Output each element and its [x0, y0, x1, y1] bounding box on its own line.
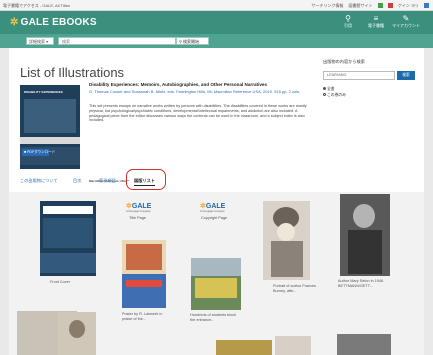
radio-unchecked-icon	[323, 93, 326, 96]
pdf-download-button[interactable]: ■ PDFダウンロード	[22, 149, 55, 156]
man-head	[69, 320, 85, 338]
students-sky	[191, 258, 241, 276]
caption-poster[interactable]: Poster by R. Lakewrh in praise of the...	[122, 312, 170, 321]
search-scope-select[interactable]: 詳細検索 ▾	[26, 37, 54, 45]
caption-copyright-page[interactable]: Copyright Page	[201, 216, 227, 221]
search-bar: 詳細検索 ▾ 検索 ⚲ 検索開始	[0, 34, 433, 48]
portrait-face	[277, 223, 295, 241]
caption-seton[interactable]: Author Mary Seton in 1946. BETTMANN/GETT…	[338, 279, 392, 288]
tab-index[interactable]: 索引項目	[99, 178, 116, 184]
sidebar-search-input[interactable]: LEARNING	[323, 71, 395, 80]
scope-option-volume-label: この巻のみ	[327, 93, 346, 97]
front-cover-photo	[43, 218, 93, 248]
header-bar: ✲ GALE EBOOKS ⚲ 引用 ≡ 電子書籍 ✎ マイアカウント	[0, 11, 433, 34]
tab-about[interactable]: この出版物について	[20, 178, 58, 184]
seton-body	[348, 230, 382, 274]
ext-green-icon[interactable]	[377, 3, 383, 8]
sidebar-search-button[interactable]: 検索	[397, 71, 415, 80]
title-page-logo-text: GALE	[131, 203, 152, 210]
page-title: List of Illustrations	[20, 65, 125, 80]
illustration-mosaic[interactable]	[216, 340, 272, 355]
ext-blue-icon[interactable]	[424, 3, 429, 8]
ebooks-label: 電子書籍	[368, 23, 384, 28]
book-meta: G. Thomas Couser and Susannah B. Mintz, …	[89, 89, 301, 94]
search-input[interactable]: 検索	[58, 37, 176, 45]
highlight-circle	[126, 169, 166, 190]
bookmark-2[interactable]: 図書館サイト	[348, 3, 372, 8]
students-bus	[195, 278, 237, 298]
caption-front-cover[interactable]: Front Cover	[50, 280, 70, 285]
citation-button[interactable]: ⚲ 引用	[334, 15, 362, 29]
brand-name: GALE EBOOKS	[20, 17, 97, 28]
browser-title: 電子書籍でアクセス - GALE, All Titles	[3, 3, 70, 8]
bookmark-3[interactable]: ゲイン ヨリ	[398, 3, 419, 8]
seton-face	[353, 204, 375, 228]
book-cover[interactable]: DISABILITY EXPERIENCES	[20, 85, 80, 169]
portrait-dress	[271, 241, 303, 277]
caption-title-page[interactable]: Title Page	[129, 216, 146, 221]
citation-label: 引用	[344, 23, 352, 28]
cover-band	[20, 137, 80, 144]
title-page-logo[interactable]: ✲GALE A Cengage Company	[126, 202, 151, 213]
illustration-man-portrait[interactable]	[58, 312, 96, 355]
tab-contents[interactable]: 目次	[73, 178, 81, 184]
scope-option-all[interactable]: 全書	[323, 87, 335, 92]
title-page-logo-sub: A Cengage Company	[126, 210, 151, 213]
scope-option-all-label: 全書	[327, 87, 335, 91]
gale-star-icon: ✲	[10, 17, 19, 28]
front-cover-footer	[40, 253, 96, 273]
copyright-page-logo-text: GALE	[205, 203, 226, 210]
illustration-poster[interactable]	[122, 240, 166, 308]
ext-red-icon[interactable]	[387, 3, 393, 8]
scope-option-volume[interactable]: この巻のみ	[323, 93, 346, 98]
poster-figure	[126, 244, 162, 270]
radio-checked-icon	[323, 87, 326, 90]
settings-icon: ✎	[402, 14, 410, 23]
illustration-burney-portrait[interactable]	[263, 201, 310, 280]
bookmark-icon: ⚲	[345, 14, 351, 23]
sidebar-heading: 出版物の内容から検索	[323, 59, 365, 64]
account-label: マイアカウント	[392, 23, 420, 28]
copyright-page-logo[interactable]: ✲GALE A Cengage Company	[200, 202, 225, 213]
book-description: This set presents essays on narrative wo…	[89, 104, 307, 123]
cover-image	[24, 99, 76, 133]
caption-students[interactable]: Hundreds of students block the entrance.…	[190, 313, 242, 322]
account-button[interactable]: ✎ マイアカウント	[392, 15, 420, 29]
main-content: List of Illustrations DISABILITY EXPERIE…	[9, 48, 424, 355]
illustration-sketch[interactable]	[275, 336, 311, 355]
tab-bar: この出版物について 目次 索引項目 図版リスト	[9, 174, 424, 188]
book-title[interactable]: Disability Experiences: Memoirs, Autobio…	[89, 82, 314, 88]
illustration-bottom-photo[interactable]	[337, 334, 391, 355]
list-icon: ≡	[373, 14, 379, 23]
illustration-front-cover[interactable]	[40, 201, 96, 276]
search-button[interactable]: ⚲ 検索開始	[176, 37, 209, 45]
front-cover-title-band	[43, 206, 93, 214]
browser-bookmarks: サーチリンク情報 図書館サイト ゲイン ヨリ	[307, 3, 429, 9]
illustration-grid: Front Cover ✲GALE A Cengage Company Title…	[9, 192, 424, 355]
copyright-page-logo-sub: A Cengage Company	[200, 210, 225, 213]
illustration-seton-photo[interactable]	[340, 194, 390, 276]
browser-toolbar: 電子書籍でアクセス - GALE, All Titles サーチリンク情報 図書…	[0, 0, 433, 11]
bookmark-1[interactable]: サーチリンク情報	[311, 3, 343, 8]
brand-logo[interactable]: ✲ GALE EBOOKS	[10, 17, 97, 28]
cover-title: DISABILITY EXPERIENCES	[24, 90, 63, 94]
ebooks-button[interactable]: ≡ 電子書籍	[362, 15, 390, 29]
illustration-students[interactable]	[191, 258, 241, 310]
caption-burney[interactable]: Portrait of author Frances Burney, afte.…	[273, 284, 325, 293]
poster-banner	[126, 280, 162, 287]
